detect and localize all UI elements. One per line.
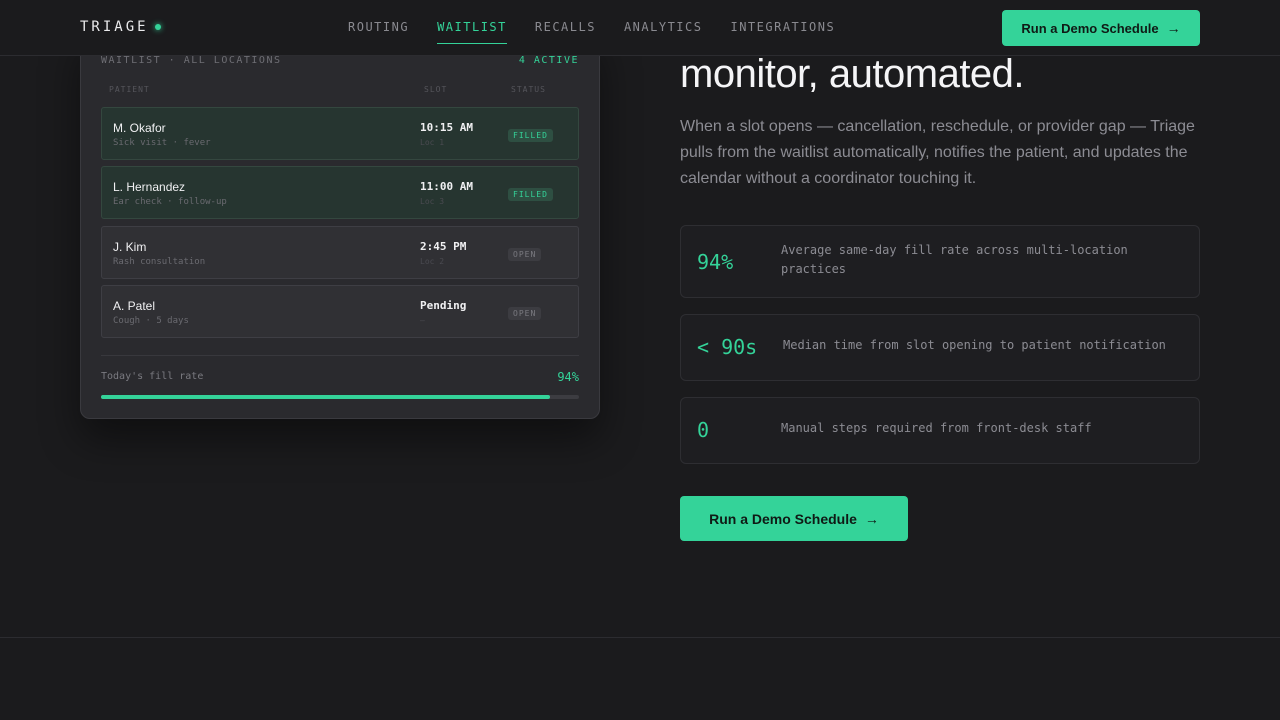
status-badge: FILLED (508, 188, 553, 201)
status-badge: OPEN (508, 307, 542, 320)
fill-rate-progress (101, 395, 579, 399)
slot-location: Loc 1 (420, 138, 445, 147)
visit-reason: Sick visit · fever (113, 138, 211, 148)
patient-name: J. Kim (113, 240, 147, 254)
brand-name: TRIAGE (80, 19, 149, 35)
brand-dot-icon (154, 24, 161, 30)
waitlist-card-title: WAITLIST · ALL LOCATIONS (101, 55, 282, 66)
column-slot: SLOT (424, 85, 448, 94)
arrow-right-icon: → (864, 510, 879, 527)
nav-demo-button-label: Run a Demo Schedule (1021, 20, 1159, 36)
arrow-right-icon: → (1166, 20, 1181, 36)
stat-description: Average same-day fill rate across multi-… (781, 243, 1128, 276)
visit-reason: Ear check · follow-up (113, 197, 227, 207)
nav-link-integrations[interactable]: INTEGRATIONS (730, 0, 835, 56)
status-badge: FILLED (508, 129, 553, 142)
stat-value: 94% (697, 250, 734, 274)
card-divider (101, 355, 579, 356)
stat-description: Manual steps required from front-desk st… (781, 421, 1092, 435)
patient-name: L. Hernandez (113, 180, 186, 194)
top-nav: TRIAGE ROUTING WAITLIST RECALLS ANALYTIC… (0, 0, 1280, 56)
table-row[interactable]: A. Patel Cough · 5 days Pending — OPEN (101, 285, 579, 338)
stat-value: < 90s (697, 335, 758, 359)
slot-location: Loc 3 (420, 197, 445, 206)
slot-location: — (420, 316, 425, 325)
nav-link-waitlist[interactable]: WAITLIST (437, 0, 507, 56)
stat-card: < 90s Median time from slot opening to p… (680, 314, 1200, 381)
hero-description: When a slot opens — cancellation, resche… (680, 118, 1195, 187)
demo-schedule-button-label: Run a Demo Schedule (709, 510, 857, 527)
patient-name: M. Okafor (113, 121, 166, 135)
stat-description: Median time from slot opening to patient… (783, 338, 1166, 352)
slot-time: 10:15 AM (420, 121, 473, 134)
table-row[interactable]: M. Okafor Sick visit · fever 10:15 AM Lo… (101, 107, 579, 160)
active-count: 4 ACTIVE (518, 55, 579, 66)
page-title: monitor, automated. (680, 52, 1025, 96)
brand-logo[interactable]: TRIAGE (80, 19, 161, 35)
table-row[interactable]: L. Hernandez Ear check · follow-up 11:00… (101, 166, 579, 219)
demo-schedule-button[interactable]: Run a Demo Schedule → (680, 496, 908, 541)
section-divider (0, 637, 1280, 638)
status-badge: OPEN (508, 248, 542, 261)
waitlist-card: WAITLIST · ALL LOCATIONS 4 ACTIVE PATIEN… (80, 30, 600, 419)
nav-link-recalls[interactable]: RECALLS (535, 0, 596, 56)
table-row[interactable]: J. Kim Rash consultation 2:45 PM Loc 2 O… (101, 226, 579, 279)
slot-time: Pending (420, 299, 467, 312)
nav-link-routing[interactable]: ROUTING (348, 0, 409, 56)
fill-rate-progress-fill (101, 395, 551, 399)
stat-card: 0 Manual steps required from front-desk … (680, 397, 1200, 464)
column-patient: PATIENT (109, 85, 150, 94)
fill-rate-label: Today's fill rate (101, 371, 204, 382)
patient-name: A. Patel (113, 299, 156, 313)
fill-rate-value: 94% (557, 370, 579, 384)
stat-card: 94% Average same-day fill rate across mu… (680, 225, 1200, 298)
column-status: STATUS (511, 85, 546, 94)
nav-demo-button[interactable]: Run a Demo Schedule → (1002, 10, 1200, 46)
visit-reason: Cough · 5 days (113, 316, 189, 326)
slot-location: Loc 2 (420, 257, 445, 266)
nav-links: ROUTING WAITLIST RECALLS ANALYTICS INTEG… (348, 0, 835, 56)
stat-value: 0 (697, 418, 710, 442)
slot-time: 2:45 PM (420, 240, 467, 253)
nav-link-analytics[interactable]: ANALYTICS (624, 0, 703, 56)
slot-time: 11:00 AM (420, 180, 473, 193)
visit-reason: Rash consultation (113, 257, 206, 267)
